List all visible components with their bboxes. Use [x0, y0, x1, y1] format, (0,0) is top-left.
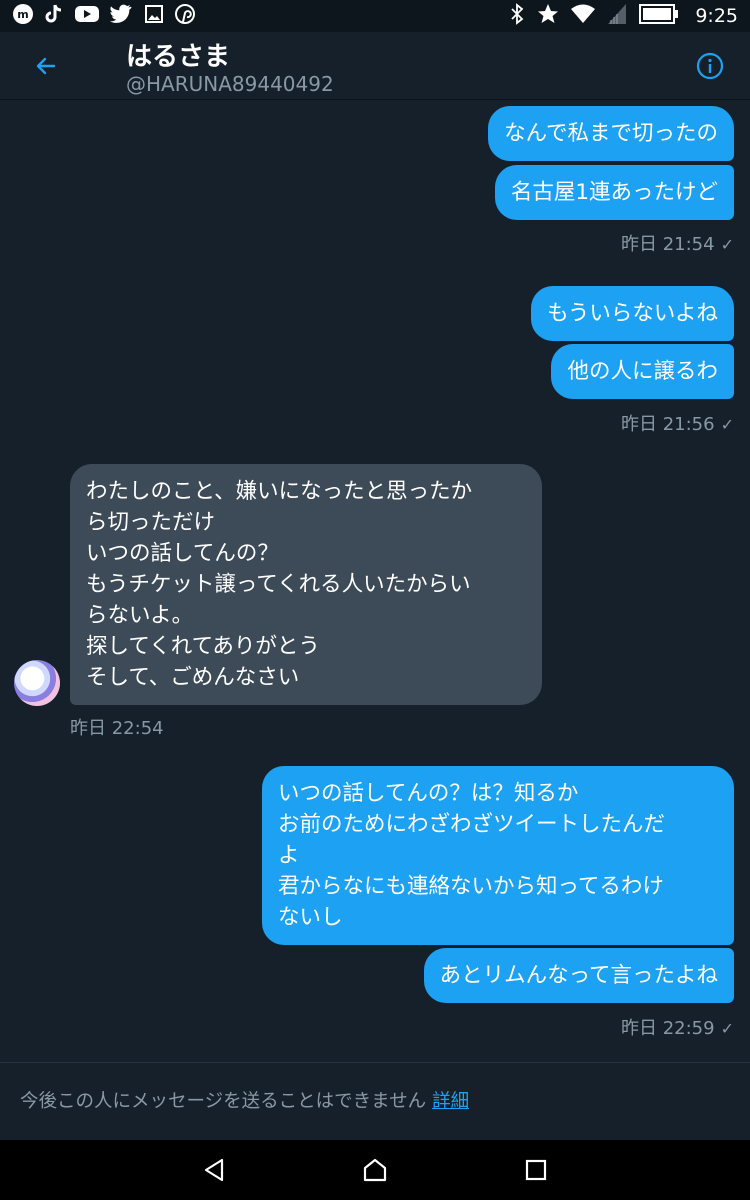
avatar[interactable] [14, 660, 60, 706]
clock: 9:25 [695, 5, 738, 27]
battery-icon [639, 3, 679, 29]
nav-back-button[interactable] [200, 1156, 228, 1184]
home-icon [363, 1158, 387, 1182]
youtube-icon [74, 4, 100, 28]
arrow-left-icon [36, 57, 56, 75]
navigation-bar [0, 1140, 750, 1200]
message-bubble-outgoing[interactable]: いつの話してんの？は？知るか お前のためにわざわざツイートしたんだ よ 君からな… [262, 766, 734, 945]
triangle-back-icon [204, 1158, 224, 1182]
signal-icon [607, 3, 627, 29]
message-bubble-outgoing[interactable]: もういらないよね [531, 286, 734, 341]
message-bubble-outgoing[interactable]: なんで私まで切ったの [488, 106, 734, 161]
notice-text: 今後この人にメッセージを送ることはできません 詳細 [20, 1087, 469, 1113]
info-icon [696, 52, 724, 80]
tiktok-icon [44, 3, 64, 29]
message-timestamp: 昨日 22:59 ✓ [620, 1018, 734, 1039]
details-link[interactable]: 詳細 [432, 1091, 469, 1112]
sent-check-icon: ✓ [720, 1019, 734, 1038]
message-bubble-outgoing[interactable]: あとリムんなって言ったよね [423, 948, 734, 1003]
notification-icons: m [12, 3, 196, 29]
notice-message: 今後この人にメッセージを送ることはできません [20, 1091, 427, 1112]
message-timestamp: 昨日 22:54 [70, 718, 164, 739]
message-bubble-incoming[interactable]: わたしのこと、嫌いになったと思ったか ら切っただけ いつの話してんの？ もうチケ… [70, 464, 542, 705]
messaging-disabled-notice: 今後この人にメッセージを送ることはできません 詳細 [0, 1062, 750, 1140]
pinterest-icon [174, 3, 196, 29]
message-timestamp: 昨日 21:56 ✓ [620, 414, 734, 435]
svg-text:m: m [17, 8, 28, 21]
wifi-icon [571, 4, 596, 28]
message-bubble-outgoing[interactable]: 他の人に譲るわ [551, 344, 734, 399]
nav-home-button[interactable] [361, 1156, 389, 1184]
system-icons: 9:25 [509, 3, 738, 29]
back-button[interactable] [26, 50, 66, 82]
bluetooth-icon [509, 3, 525, 29]
conversation-header: はるさま @HARUNA89440492 [0, 32, 750, 100]
info-button[interactable] [696, 52, 724, 80]
conversation-title: はるさま [126, 42, 231, 72]
status-bar: m 9:25 [0, 0, 750, 32]
conversation-handle: @HARUNA89440492 [126, 72, 334, 96]
square-recents-icon [525, 1159, 547, 1181]
gallery-icon [144, 4, 164, 28]
message-bubble-outgoing[interactable]: 名古屋1連あったけど [494, 165, 734, 220]
message-timestamp: 昨日 21:54 ✓ [620, 234, 734, 255]
nav-recents-button[interactable] [522, 1156, 550, 1184]
sent-check-icon: ✓ [720, 235, 734, 254]
messenger-icon: m [12, 3, 34, 29]
star-icon [537, 3, 559, 29]
sent-check-icon: ✓ [720, 415, 734, 434]
twitter-icon [110, 4, 134, 28]
